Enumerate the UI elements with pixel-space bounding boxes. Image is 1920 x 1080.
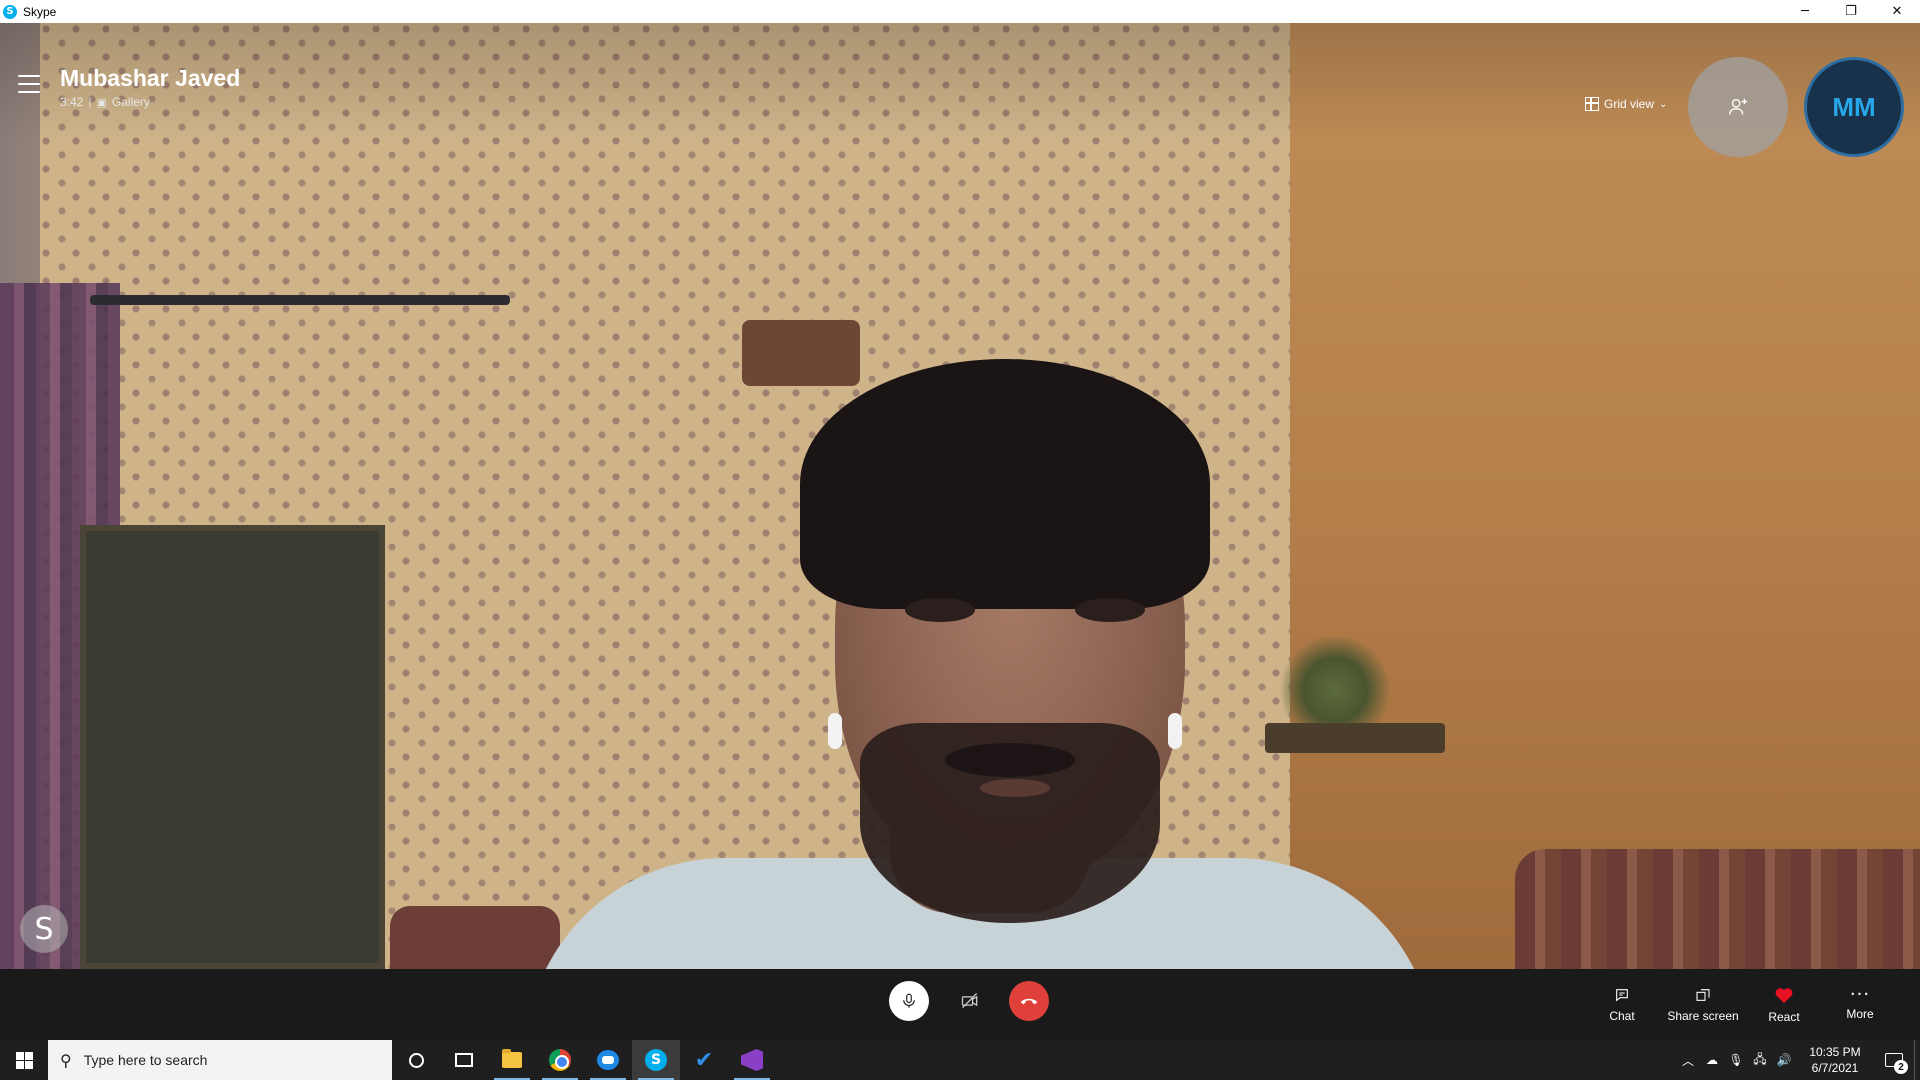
chat-icon: [1616, 988, 1628, 1001]
windows-taskbar: ⚲ Type here to search S ✔ ︿ ☁ 🎙 🖧 🔊 10:3…: [0, 1040, 1920, 1080]
react-label: React: [1768, 1009, 1800, 1024]
call-status: 3:42 | ▣ Gallery: [60, 95, 150, 109]
video-sofa-left: [390, 906, 560, 969]
minimize-button[interactable]: ─: [1782, 0, 1828, 23]
video-toggle-button[interactable]: [950, 981, 990, 1021]
task-view-button[interactable]: [440, 1040, 488, 1080]
taskbar-search-input[interactable]: ⚲ Type here to search: [48, 1040, 392, 1080]
heart-icon: [1775, 987, 1793, 1003]
taskbar-clock[interactable]: 10:35 PM 6/7/2021: [1796, 1044, 1874, 1076]
skype-icon: S: [645, 1049, 667, 1071]
share-screen-icon: [1696, 988, 1710, 1001]
chat-label: Chat: [1609, 1008, 1635, 1023]
task-view-icon: [455, 1053, 473, 1067]
action-center-button[interactable]: 2: [1874, 1040, 1914, 1080]
chat-button[interactable]: Chat: [1600, 969, 1644, 1040]
clock-time: 10:35 PM: [1809, 1045, 1861, 1059]
file-explorer-button[interactable]: [488, 1040, 536, 1080]
video-wall-plaque: [742, 320, 860, 386]
system-tray: ︿ ☁ 🎙 🖧 🔊 10:35 PM 6/7/2021 2: [1676, 1040, 1920, 1080]
skype-watermark-icon: S: [20, 905, 68, 953]
close-button[interactable]: ✕: [1874, 0, 1920, 23]
volume-icon[interactable]: 🔊: [1772, 1040, 1796, 1080]
remote-video-feed[interactable]: Mubashar Javed 3:42 | ▣ Gallery Grid vie…: [0, 23, 1920, 969]
contact-name: Mubashar Javed: [60, 65, 241, 91]
search-placeholder: Type here to search: [83, 1052, 208, 1068]
more-button[interactable]: ··· More: [1838, 969, 1882, 1040]
restore-button[interactable]: ❐: [1828, 0, 1874, 23]
video-sofa-right: [1515, 849, 1920, 969]
chevron-up-icon[interactable]: ︿: [1676, 1040, 1700, 1080]
video-plant: [1280, 633, 1390, 728]
video-shelf: [1265, 723, 1445, 753]
cortana-icon: [408, 1052, 424, 1068]
share-screen-button[interactable]: Share screen: [1660, 969, 1746, 1040]
window-titlebar: S Skype ─ ❐ ✕: [0, 0, 1920, 23]
notification-count: 2: [1894, 1060, 1908, 1074]
hang-up-icon: [1020, 998, 1038, 1005]
start-button[interactable]: [0, 1040, 48, 1080]
status-separator: |: [88, 95, 92, 109]
add-person-icon: [1729, 98, 1748, 115]
window-controls: ─ ❐ ✕: [1782, 0, 1920, 23]
todo-button[interactable]: ✔: [680, 1040, 728, 1080]
todo-icon: ✔: [694, 1047, 714, 1073]
video-off-icon: [961, 993, 978, 1009]
end-call-button[interactable]: [1009, 981, 1049, 1021]
share-screen-label: Share screen: [1667, 1008, 1739, 1023]
onedrive-icon[interactable]: ☁: [1700, 1040, 1724, 1080]
video-door: [80, 525, 385, 969]
call-duration: 3:42: [60, 95, 84, 109]
grid-view-label: Grid view: [1604, 97, 1655, 111]
self-avatar[interactable]: MM: [1804, 57, 1904, 157]
chrome-button[interactable]: [536, 1040, 584, 1080]
video-background-wood: [1290, 23, 1920, 969]
call-control-bar: Chat Share screen React ··· More: [0, 969, 1920, 1040]
window-title: Skype: [23, 4, 57, 19]
mail-icon: [597, 1050, 619, 1070]
menu-icon[interactable]: [18, 75, 40, 93]
mail-button[interactable]: [584, 1040, 632, 1080]
chrome-icon: [549, 1049, 571, 1071]
mute-button[interactable]: [889, 981, 929, 1021]
chevron-down-icon: ⌄: [1659, 98, 1668, 110]
windows-logo-icon: [15, 1051, 33, 1069]
video-curtain-rod: [90, 295, 510, 305]
react-button[interactable]: React: [1764, 969, 1804, 1040]
more-icon: ···: [1849, 983, 1871, 1005]
show-desktop-button[interactable]: [1914, 1040, 1920, 1080]
visual-studio-icon: [741, 1049, 763, 1071]
skype-logo-icon: S: [3, 4, 17, 19]
add-people-button[interactable]: [1688, 57, 1788, 157]
visual-studio-button[interactable]: [728, 1040, 776, 1080]
microphone-icon: [903, 993, 915, 1008]
header-shade: [0, 23, 1920, 143]
file-explorer-icon: [502, 1049, 522, 1068]
gallery-icon: ▣: [96, 95, 107, 109]
grid-icon: [1585, 97, 1599, 111]
cortana-button[interactable]: [392, 1040, 440, 1080]
network-icon[interactable]: 🖧: [1748, 1040, 1772, 1080]
grid-view-button[interactable]: Grid view ⌄: [1585, 97, 1667, 111]
skype-taskbar-button[interactable]: S: [632, 1040, 680, 1080]
search-icon: ⚲: [60, 1050, 72, 1070]
clock-date: 6/7/2021: [1811, 1061, 1859, 1075]
more-label: More: [1846, 1006, 1874, 1021]
microphone-tray-icon[interactable]: 🎙: [1724, 1040, 1748, 1080]
layout-label: Gallery: [111, 95, 150, 109]
